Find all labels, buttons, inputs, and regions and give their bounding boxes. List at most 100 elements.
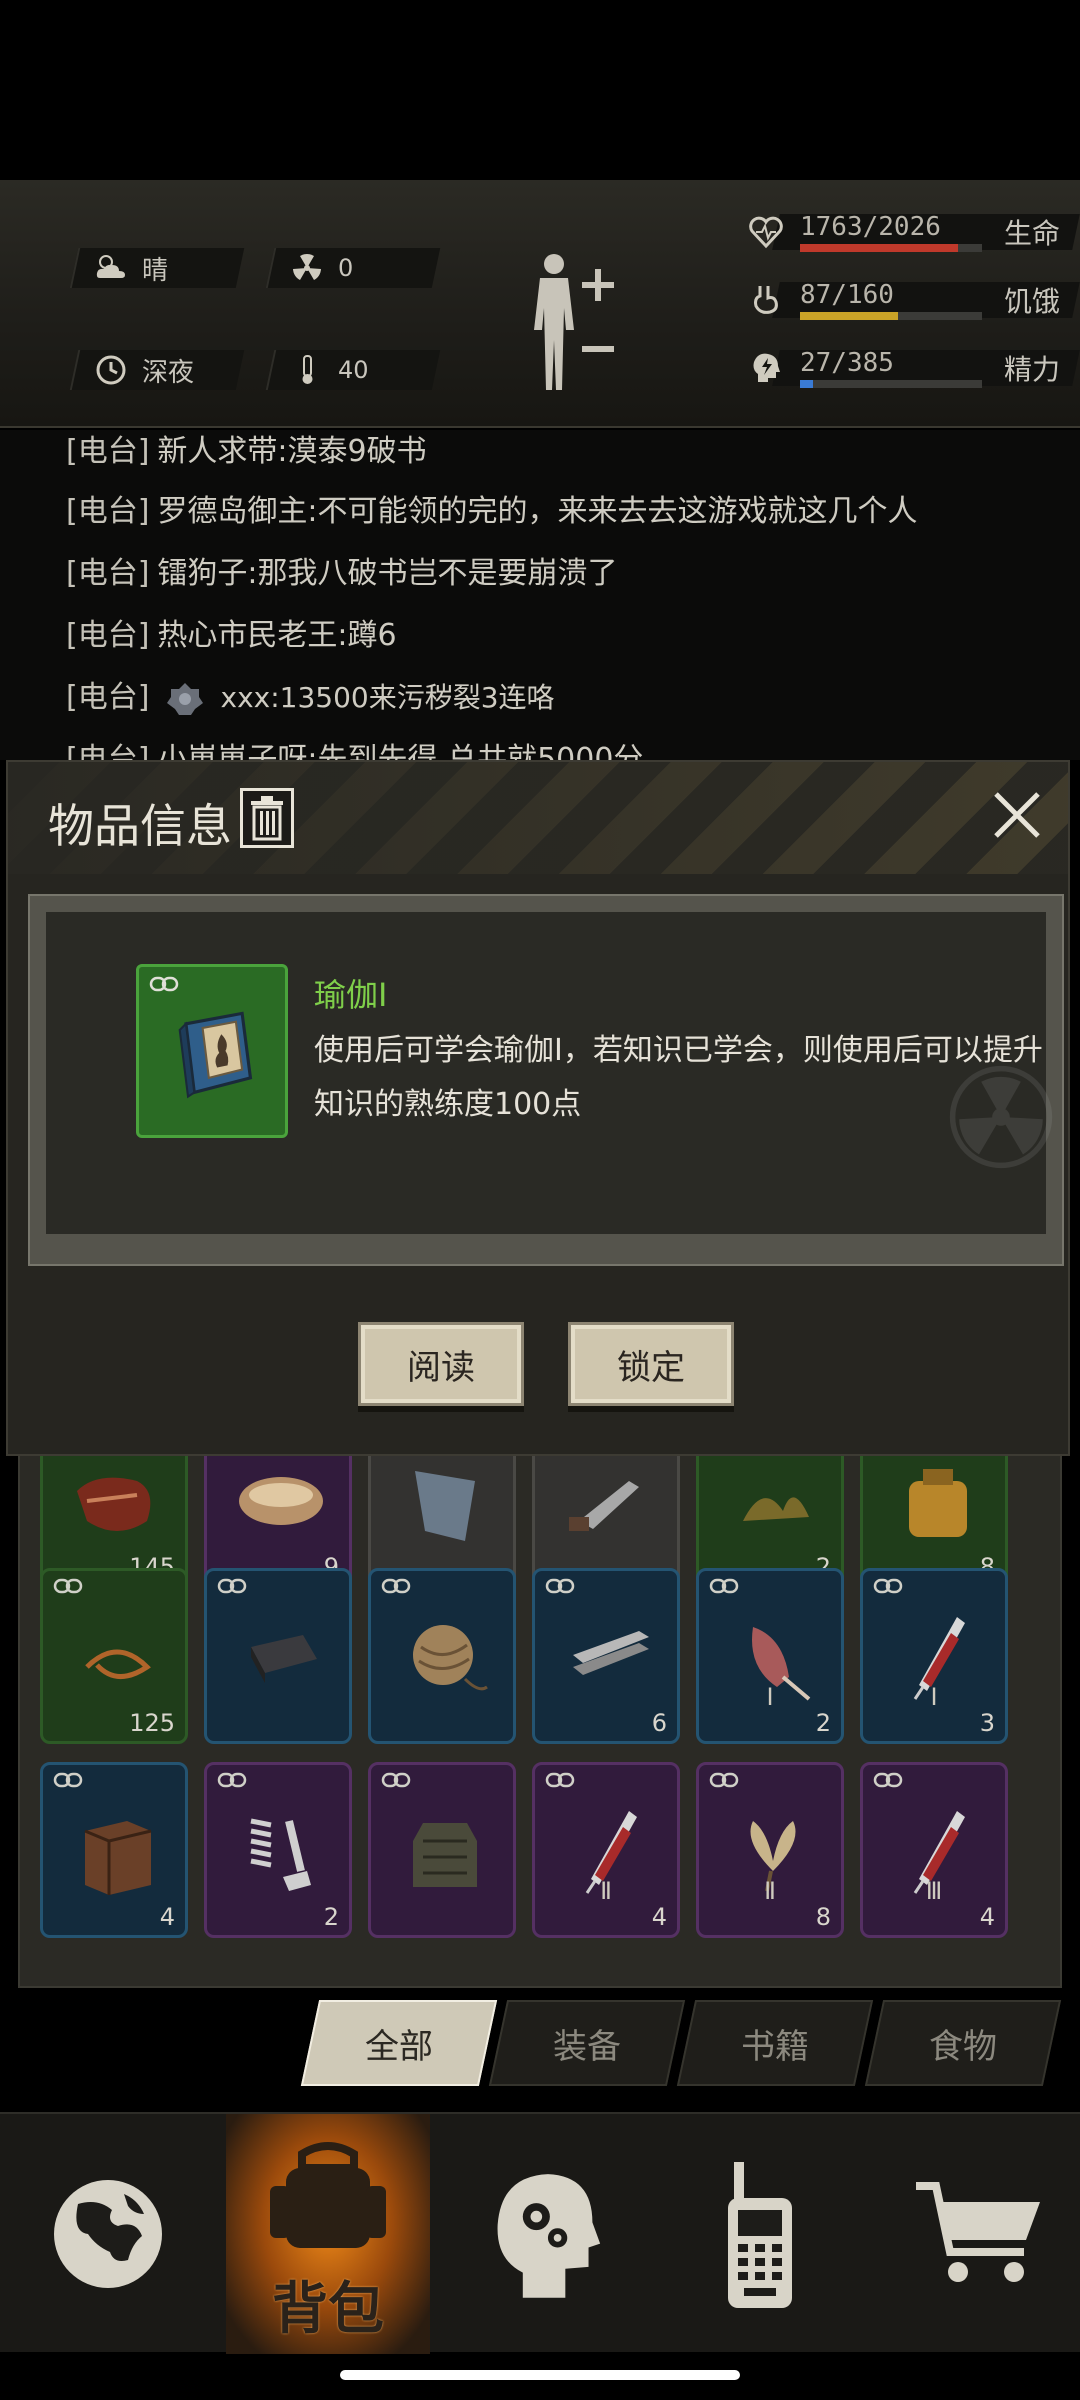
weather-label: 晴	[142, 255, 169, 286]
radiation-value: 0	[338, 254, 354, 282]
item-count: 3	[979, 1709, 995, 1737]
energy-value: 27/385	[800, 348, 894, 378]
head-gears-icon	[497, 2174, 601, 2298]
heart-icon	[749, 216, 783, 249]
energy-row: 27/385 精力	[740, 342, 1080, 390]
home-indicator[interactable]	[340, 2370, 740, 2380]
health-value: 1763/2026	[800, 212, 941, 242]
link-icon	[149, 976, 179, 992]
link-icon	[381, 1578, 411, 1594]
backpack-icon	[270, 2142, 386, 2248]
radiation-icon	[293, 253, 321, 280]
energy-label: 精力	[1004, 353, 1061, 386]
inventory-slot[interactable]: 6	[532, 1568, 680, 1744]
steel-beam-icon	[573, 1631, 649, 1675]
item-count: 2	[815, 1709, 831, 1737]
item-icon-box	[136, 964, 288, 1138]
item-count: 2	[323, 1903, 339, 1931]
item-detail-panel: 瑜伽Ⅰ 使用后可学会瑜伽Ⅰ，若知识已学会，则使用后可以提升知识的熟练度100点	[28, 894, 1064, 1266]
dialog-header: 物品信息	[8, 762, 1068, 874]
bottom-nav: 背包	[0, 2112, 1080, 2354]
radio-chat-log[interactable]: [电台] 新人求带:漠泰9破书 [电台] 罗德岛御主:不可能领的完的，来来去去这游戏…	[0, 430, 1080, 760]
inventory-slot[interactable]	[204, 1568, 352, 1744]
tab-all[interactable]: 全部	[300, 2000, 498, 2086]
dialog-title: 物品信息	[48, 799, 232, 853]
chat-line: [电台] 罗德岛御主:不可能领的完的，来来去去这游戏就这几个人	[66, 494, 918, 529]
link-icon	[873, 1772, 903, 1788]
item-count: 125	[129, 1709, 175, 1737]
item-name: 瑜伽Ⅰ	[314, 976, 388, 1014]
trash-button[interactable]	[240, 788, 294, 848]
cart-icon	[916, 2182, 1040, 2282]
chat-line: [电台] xxx:13500来污秽裂3连咯	[66, 680, 555, 715]
nav-skills[interactable]	[444, 2114, 648, 2354]
inventory-slot[interactable]: Ⅲ4	[860, 1762, 1008, 1938]
item-tier: Ⅰ	[766, 1683, 774, 1711]
nav-map[interactable]	[8, 2114, 212, 2354]
tab-food[interactable]: 食物	[864, 2000, 1062, 2086]
item-count: 8	[815, 1903, 831, 1931]
inventory-tabs: 全部 装备 书籍 食物	[300, 2000, 1070, 2096]
status-header: 晴 0 深夜 40 1763/2026 生命 87/160 饥饿 27/385 …	[0, 180, 1080, 428]
vest-icon	[413, 1823, 477, 1887]
item-count: 4	[979, 1903, 995, 1931]
inventory-slot[interactable]: Ⅰ3	[860, 1568, 1008, 1744]
inventory-slot[interactable]: Ⅱ8	[696, 1762, 844, 1938]
inventory-slot[interactable]: Ⅱ4	[532, 1762, 680, 1938]
tab-equipment[interactable]: 装备	[488, 2000, 686, 2086]
clock-icon	[96, 355, 126, 385]
temperature-pill: 40	[265, 350, 441, 390]
stomach-icon	[754, 286, 778, 314]
inventory-slot[interactable]: 2	[204, 1762, 352, 1938]
item-count: 6	[651, 1709, 667, 1737]
body-silhouette-icon[interactable]	[520, 250, 620, 400]
tab-books[interactable]: 书籍	[676, 2000, 874, 2086]
radiation-pill: 0	[265, 248, 441, 288]
hunger-value: 87/160	[800, 280, 894, 310]
item-info-dialog: 物品信息 瑜伽Ⅰ 使用后可学会瑜伽Ⅰ，若知识已学会，则使用后可以提升知识的熟练度…	[6, 760, 1070, 1456]
health-row: 1763/2026 生命	[740, 206, 1080, 254]
time-label: 深夜	[142, 357, 195, 388]
item-tier: Ⅱ	[764, 1877, 776, 1905]
link-icon	[709, 1772, 739, 1788]
inventory-slot[interactable]	[368, 1568, 516, 1744]
link-icon	[545, 1772, 575, 1788]
thermometer-icon	[302, 355, 313, 384]
book-icon	[178, 1011, 253, 1099]
time-pill: 深夜	[69, 350, 245, 390]
nav-radio[interactable]	[662, 2114, 866, 2354]
item-tier: Ⅲ	[925, 1877, 943, 1905]
yarn-ball-icon	[413, 1625, 488, 1691]
energy-head-icon	[753, 353, 780, 382]
lock-button[interactable]: 锁定	[568, 1322, 734, 1406]
inventory-slot[interactable]: 125	[40, 1568, 188, 1744]
nav-shop[interactable]	[880, 2114, 1080, 2354]
hunger-label: 饥饿	[1004, 285, 1061, 318]
chat-line: [电台] 小崽崽子呀:先到先得 总共就5000分	[66, 742, 644, 760]
read-button[interactable]: 阅读	[358, 1322, 524, 1406]
radiation-watermark-icon	[949, 1065, 1053, 1169]
inventory-grid[interactable]: 145 9 2 8 125 6 Ⅰ 2 Ⅰ 3 4 2 Ⅱ 4 Ⅱ 8 Ⅲ 4	[18, 1412, 1062, 1988]
item-description: 使用后可学会瑜伽Ⅰ，若知识已学会，则使用后可以提升知识的熟练度100点	[314, 1033, 1043, 1122]
link-icon	[217, 1772, 247, 1788]
inventory-slot[interactable]: 4	[40, 1762, 188, 1938]
nav-backpack[interactable]: 背包	[226, 2114, 430, 2354]
link-icon	[545, 1578, 575, 1594]
weather-pill: 晴	[69, 248, 245, 288]
chat-line: [电台] 新人求带:漠泰9破书	[66, 434, 427, 469]
inventory-slot[interactable]	[368, 1762, 516, 1938]
meat-icon	[77, 1477, 151, 1531]
chat-line: [电台] 镭狗子:那我八破书岂不是要崩溃了	[66, 556, 618, 591]
trash-icon	[251, 796, 283, 841]
health-label: 生命	[1004, 217, 1061, 250]
energy-bar	[800, 380, 982, 388]
nav-backpack-label: 背包	[272, 2277, 384, 2342]
link-icon	[53, 1772, 83, 1788]
link-icon	[53, 1578, 83, 1594]
whetstone-icon	[251, 1635, 317, 1683]
inventory-slot[interactable]: Ⅰ2	[696, 1568, 844, 1744]
link-icon	[873, 1578, 903, 1594]
close-icon[interactable]	[986, 784, 1048, 846]
health-bar	[800, 244, 982, 252]
link-icon	[217, 1578, 247, 1594]
